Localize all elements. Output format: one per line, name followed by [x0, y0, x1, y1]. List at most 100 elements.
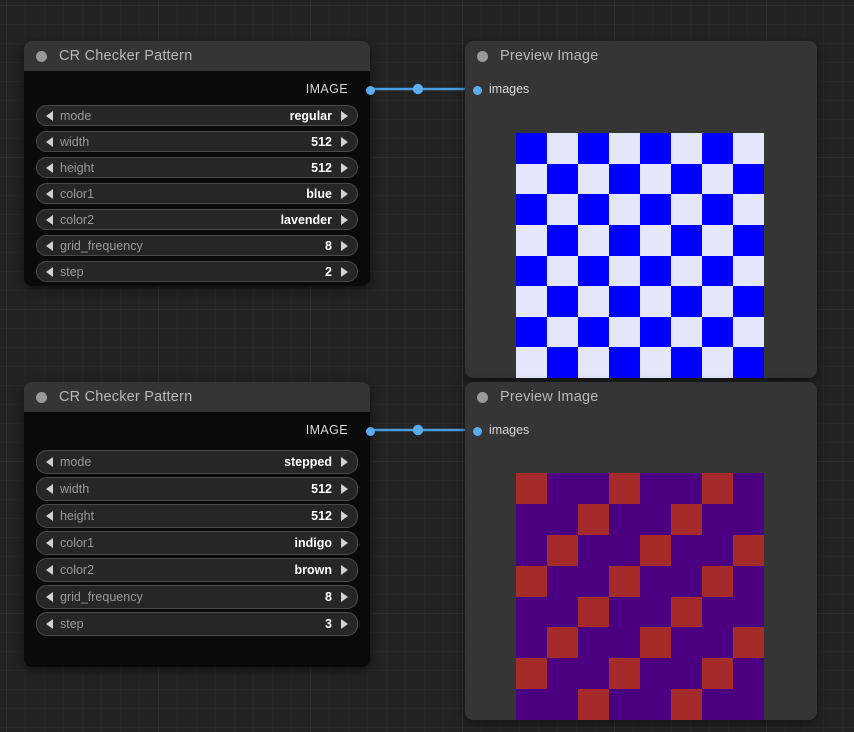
increment-arrow-icon[interactable]: [341, 511, 348, 521]
increment-arrow-icon[interactable]: [341, 266, 348, 277]
widget-value[interactable]: 512: [311, 161, 332, 175]
checker-cell: [702, 347, 733, 378]
increment-arrow-icon[interactable]: [341, 484, 348, 494]
output-slot-dot-icon[interactable]: [365, 86, 375, 95]
decrement-arrow-icon[interactable]: [46, 136, 53, 147]
preview-image-canvas[interactable]: [516, 473, 764, 720]
decrement-arrow-icon[interactable]: [46, 619, 53, 629]
widget-value[interactable]: 8: [325, 590, 332, 604]
widget-value[interactable]: 2: [325, 265, 332, 279]
widget-value[interactable]: regular: [290, 109, 332, 123]
widget-width[interactable]: width 512: [36, 131, 358, 152]
preview-image-canvas[interactable]: [516, 133, 764, 378]
checker-cell: [547, 286, 578, 317]
input-slot-images[interactable]: images: [465, 79, 817, 105]
increment-arrow-icon[interactable]: [341, 565, 348, 575]
decrement-arrow-icon[interactable]: [46, 484, 53, 494]
increment-arrow-icon[interactable]: [341, 214, 348, 225]
node-title-bar[interactable]: Preview Image: [465, 41, 817, 71]
widget-value[interactable]: 512: [311, 135, 332, 149]
checker-cell: [640, 503, 671, 535]
checker-cell: [578, 224, 609, 256]
increment-arrow-icon[interactable]: [341, 538, 348, 548]
decrement-arrow-icon[interactable]: [46, 240, 53, 251]
widget-height[interactable]: height 512: [36, 504, 358, 528]
checker-cell: [578, 255, 609, 287]
widget-width[interactable]: width 512: [36, 477, 358, 501]
widget-color2[interactable]: color2 brown: [36, 558, 358, 582]
decrement-arrow-icon[interactable]: [46, 592, 53, 602]
collapse-dot-icon[interactable]: [477, 50, 488, 62]
widget-step[interactable]: step 2: [36, 261, 358, 282]
checker-cell: [578, 286, 609, 317]
widget-grid-frequency[interactable]: grid_frequency 8: [36, 235, 358, 256]
checker-cell: [671, 194, 702, 225]
decrement-arrow-icon[interactable]: [46, 214, 53, 225]
widget-value[interactable]: blue: [306, 187, 332, 201]
widget-step[interactable]: step 3: [36, 612, 358, 636]
widget-value[interactable]: brown: [295, 563, 333, 577]
increment-arrow-icon[interactable]: [341, 162, 348, 173]
input-slot-dot-icon[interactable]: [473, 427, 482, 436]
node-title-label: CR Checker Pattern: [59, 48, 193, 64]
collapse-dot-icon[interactable]: [36, 50, 47, 62]
decrement-arrow-icon[interactable]: [46, 266, 53, 277]
decrement-arrow-icon[interactable]: [46, 538, 53, 548]
decrement-arrow-icon[interactable]: [46, 457, 53, 467]
decrement-arrow-icon[interactable]: [46, 110, 53, 121]
widget-value[interactable]: 3: [325, 617, 332, 631]
widget-value[interactable]: 512: [311, 482, 332, 496]
output-slot-image[interactable]: IMAGE: [24, 420, 375, 446]
increment-arrow-icon[interactable]: [341, 457, 348, 467]
increment-arrow-icon[interactable]: [341, 136, 348, 147]
checker-cell: [578, 316, 609, 348]
checker-cell: [547, 627, 578, 659]
checker-cell: [671, 473, 702, 504]
output-slot-image[interactable]: IMAGE: [24, 79, 375, 105]
widget-value[interactable]: indigo: [295, 536, 333, 550]
collapse-dot-icon[interactable]: [36, 391, 47, 403]
collapse-dot-icon[interactable]: [477, 391, 488, 403]
checker-cell: [640, 596, 671, 628]
node-cr-checker-pattern-2[interactable]: CR Checker Pattern IMAGE mode stepped wi…: [24, 382, 375, 667]
checker-cell: [609, 534, 640, 566]
input-slot-dot-icon[interactable]: [473, 86, 482, 95]
output-slot-dot-icon[interactable]: [365, 427, 375, 436]
checker-cell: [702, 224, 733, 256]
checker-cell: [578, 133, 609, 164]
widget-value[interactable]: 8: [325, 239, 332, 253]
decrement-arrow-icon[interactable]: [46, 565, 53, 575]
increment-arrow-icon[interactable]: [341, 240, 348, 251]
increment-arrow-icon[interactable]: [341, 619, 348, 629]
checker-cell: [516, 194, 547, 225]
node-title-bar[interactable]: Preview Image: [465, 382, 817, 412]
increment-arrow-icon[interactable]: [341, 188, 348, 199]
input-slot-images[interactable]: images: [465, 420, 817, 446]
widget-value[interactable]: stepped: [284, 455, 332, 469]
widget-label: grid_frequency: [60, 238, 143, 253]
checker-cell: [733, 565, 764, 597]
widget-value[interactable]: lavender: [281, 213, 332, 227]
widget-mode[interactable]: mode regular: [36, 105, 358, 126]
widget-color1[interactable]: color1 indigo: [36, 531, 358, 555]
widget-height[interactable]: height 512: [36, 157, 358, 178]
node-cr-checker-pattern-1[interactable]: CR Checker Pattern IMAGE mode regular wi…: [24, 41, 375, 286]
decrement-arrow-icon[interactable]: [46, 511, 53, 521]
checker-cell: [702, 503, 733, 535]
increment-arrow-icon[interactable]: [341, 110, 348, 121]
checker-cell: [609, 163, 640, 195]
widget-color2[interactable]: color2 lavender: [36, 209, 358, 230]
increment-arrow-icon[interactable]: [341, 592, 348, 602]
widget-mode[interactable]: mode stepped: [36, 450, 358, 474]
node-title-bar[interactable]: CR Checker Pattern: [24, 41, 370, 71]
node-title-bar[interactable]: CR Checker Pattern: [24, 382, 370, 412]
node-preview-image-2[interactable]: Preview Image images: [465, 382, 817, 720]
input-slot-label: images: [489, 423, 530, 437]
node-preview-image-1[interactable]: Preview Image images: [465, 41, 817, 378]
decrement-arrow-icon[interactable]: [46, 188, 53, 199]
widget-color1[interactable]: color1 blue: [36, 183, 358, 204]
decrement-arrow-icon[interactable]: [46, 162, 53, 173]
widget-value[interactable]: 512: [311, 509, 332, 523]
widget-grid-frequency[interactable]: grid_frequency 8: [36, 585, 358, 609]
checker-cell: [671, 163, 702, 195]
